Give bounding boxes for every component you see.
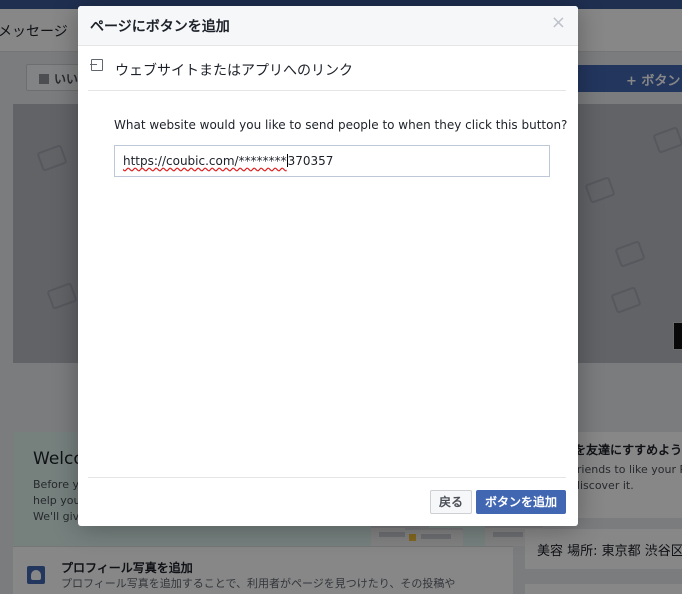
website-url-input[interactable]: https://coubic.com/********370357	[114, 145, 550, 177]
add-button[interactable]: ボタンを追加	[476, 490, 566, 514]
link-icon	[90, 59, 103, 71]
back-button[interactable]: 戻る	[430, 490, 472, 514]
dialog-header: ページにボタンを追加 ×	[78, 6, 578, 46]
website-question: What website would you like to send peop…	[114, 118, 568, 132]
dialog-title: ページにボタンを追加	[90, 19, 230, 35]
section-title: ウェブサイトまたはアプリへのリンク	[115, 63, 353, 79]
section-header: ウェブサイトまたはアプリへのリンク	[88, 50, 566, 91]
url-text: https://coubic.com/********	[123, 154, 287, 168]
add-button-dialog: ページにボタンを追加 × ウェブサイトまたはアプリへのリンク What webs…	[78, 6, 578, 526]
url-text-tail: 370357	[287, 154, 334, 168]
close-icon[interactable]: ×	[551, 14, 566, 32]
dialog-footer: 戻る ボタンを追加	[88, 477, 566, 526]
